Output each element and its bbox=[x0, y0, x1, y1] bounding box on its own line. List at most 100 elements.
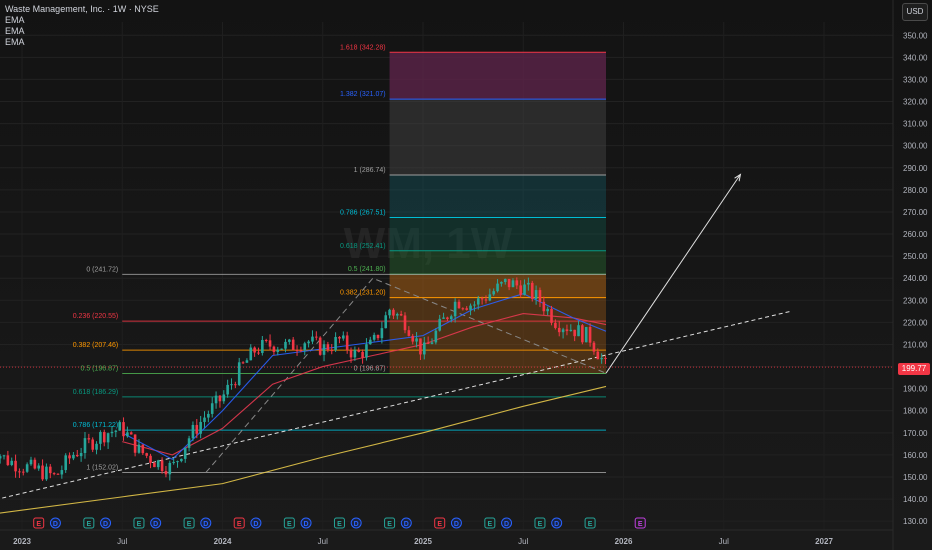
dividend-marker[interactable]: D bbox=[450, 517, 462, 529]
candle-body bbox=[187, 438, 191, 448]
candle-body bbox=[110, 431, 114, 434]
price-axis-label: 280.00 bbox=[903, 186, 928, 195]
symbol-title[interactable]: Waste Management, Inc. · 1W · NYSE bbox=[5, 4, 159, 15]
candle-body bbox=[106, 433, 110, 443]
price-chart[interactable]: WM, 1W1.618 (342.28)1.382 (321.07)1 (286… bbox=[0, 0, 932, 550]
candle-body bbox=[48, 466, 52, 474]
time-axis-label: 2027 bbox=[815, 537, 833, 546]
candle-body bbox=[546, 308, 549, 312]
candle-body bbox=[453, 301, 457, 317]
candle-body bbox=[72, 454, 75, 459]
candle-body bbox=[14, 460, 17, 472]
candle-body bbox=[357, 350, 361, 352]
fib-extension-label: 0 (196.87) bbox=[354, 365, 386, 372]
candle-body bbox=[515, 280, 519, 286]
dividend-marker[interactable]: D bbox=[150, 517, 162, 529]
candle-body bbox=[68, 455, 71, 459]
ema-indicator-3[interactable]: EMA bbox=[5, 37, 159, 48]
earnings-marker[interactable]: E bbox=[384, 517, 396, 529]
candle-body bbox=[449, 316, 453, 320]
candle-body bbox=[6, 455, 10, 466]
dividend-marker[interactable]: D bbox=[300, 517, 312, 529]
earnings-marker[interactable]: E bbox=[233, 517, 245, 529]
price-axis-label: 230.00 bbox=[903, 296, 928, 305]
candle-body bbox=[10, 460, 14, 466]
candle-body bbox=[149, 455, 152, 463]
dividend-marker[interactable]: D bbox=[49, 517, 61, 529]
candle-body bbox=[191, 424, 195, 439]
candle-body bbox=[37, 465, 41, 469]
currency-button[interactable]: USD bbox=[902, 3, 928, 21]
projection-arrowhead bbox=[734, 173, 742, 182]
price-axis-label: 270.00 bbox=[903, 208, 928, 217]
earnings-marker[interactable]: E bbox=[283, 517, 295, 529]
dividend-marker[interactable]: D bbox=[200, 517, 212, 529]
candle-body bbox=[226, 384, 229, 395]
fib-extension-zone bbox=[389, 174, 607, 218]
candle-body bbox=[280, 348, 283, 350]
candle-body bbox=[307, 341, 310, 344]
earnings-marker[interactable]: E bbox=[333, 517, 345, 529]
candle-body bbox=[353, 350, 357, 358]
candle-body bbox=[29, 459, 33, 465]
ema-indicator-2[interactable]: EMA bbox=[5, 26, 159, 37]
fib-retracement-label: 0 (241.72) bbox=[86, 266, 118, 273]
event-marker-letter: D bbox=[454, 521, 459, 528]
candle-body bbox=[469, 305, 472, 310]
candle-body bbox=[291, 339, 295, 351]
earnings-marker[interactable]: E bbox=[584, 517, 596, 529]
candle-body bbox=[376, 334, 380, 339]
candle-body bbox=[384, 315, 388, 329]
chart-legend: Waste Management, Inc. · 1W · NYSE EMA E… bbox=[5, 4, 159, 48]
event-marker-letter: D bbox=[103, 521, 108, 528]
candle-body bbox=[538, 290, 542, 302]
candle-body bbox=[18, 471, 21, 473]
price-axis-label: 130.00 bbox=[903, 517, 928, 526]
candle-body bbox=[180, 458, 183, 462]
price-axis-label: 220.00 bbox=[903, 318, 928, 327]
dividend-marker[interactable]: D bbox=[400, 517, 412, 529]
candle-body bbox=[60, 470, 64, 475]
fib-retracement-label: 0.382 (207.46) bbox=[73, 342, 119, 349]
earnings-marker[interactable]: E bbox=[83, 517, 95, 529]
candle-body bbox=[361, 351, 364, 358]
dividend-marker[interactable]: D bbox=[501, 517, 513, 529]
earnings-marker[interactable]: E bbox=[434, 517, 446, 529]
candle-body bbox=[465, 308, 468, 310]
dividend-marker[interactable]: D bbox=[250, 517, 262, 529]
earnings-marker[interactable]: E bbox=[634, 517, 646, 529]
event-marker-letter: D bbox=[253, 521, 258, 528]
fib-extension-label: 0.5 (241.80) bbox=[348, 266, 386, 273]
dividend-marker[interactable]: D bbox=[100, 517, 112, 529]
price-axis-label: 250.00 bbox=[903, 252, 928, 261]
candle-body bbox=[554, 322, 557, 328]
earnings-marker[interactable]: E bbox=[534, 517, 546, 529]
earnings-marker[interactable]: E bbox=[33, 517, 45, 529]
candle-body bbox=[419, 338, 422, 355]
candle-body bbox=[407, 330, 411, 336]
candle-body bbox=[415, 338, 418, 342]
fib-retracement-label: 0.618 (186.29) bbox=[73, 389, 119, 396]
candle-body bbox=[484, 299, 488, 301]
candle-body bbox=[230, 384, 233, 386]
candle-body bbox=[519, 285, 522, 295]
candle-body bbox=[222, 394, 226, 402]
earnings-marker[interactable]: E bbox=[183, 517, 195, 529]
candle-body bbox=[91, 439, 94, 450]
earnings-marker[interactable]: E bbox=[484, 517, 496, 529]
ema-indicator-1[interactable]: EMA bbox=[5, 15, 159, 26]
candle-body bbox=[102, 432, 106, 443]
event-marker-letter: D bbox=[153, 521, 158, 528]
candle-body bbox=[503, 278, 507, 282]
dividend-marker[interactable]: D bbox=[551, 517, 563, 529]
dividend-marker[interactable]: D bbox=[350, 517, 362, 529]
candle-body bbox=[234, 384, 237, 386]
candle-body bbox=[330, 350, 334, 352]
candle-body bbox=[523, 284, 526, 295]
ema-slow-line bbox=[0, 385, 607, 514]
candle-body bbox=[442, 317, 445, 319]
candle-body bbox=[581, 325, 584, 343]
earnings-marker[interactable]: E bbox=[133, 517, 145, 529]
candle-body bbox=[557, 327, 561, 333]
fib-retracement-label: 0.5 (196.87) bbox=[81, 365, 119, 372]
